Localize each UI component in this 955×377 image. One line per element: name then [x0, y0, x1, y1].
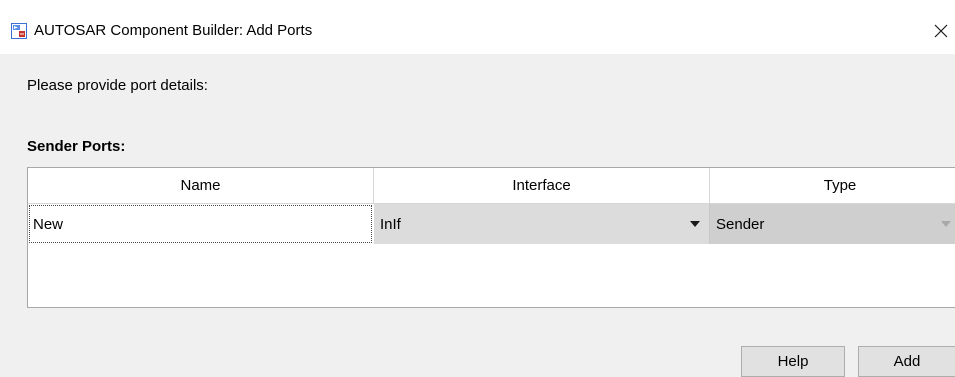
interface-dropdown[interactable]: InIf [374, 204, 710, 244]
column-header-name: Name [28, 168, 374, 203]
dialog-window: AUTOSAR Component Builder: Add Ports Ple… [0, 0, 955, 377]
window-title: AUTOSAR Component Builder: Add Ports [34, 22, 313, 39]
interface-value: InIf [380, 215, 401, 233]
table-row: New InIf Sender [28, 204, 955, 244]
sender-ports-label: Sender Ports: [27, 138, 126, 155]
simulink-icon [11, 23, 27, 39]
port-name-value: New [33, 215, 64, 233]
column-header-type: Type [823, 177, 857, 194]
sender-ports-table: Name Interface Type New InIf Sender [27, 167, 955, 308]
table-header: Name Interface Type [28, 168, 955, 204]
instruction-text: Please provide port details: [27, 77, 208, 94]
title-bar: AUTOSAR Component Builder: Add Ports [0, 0, 955, 54]
chevron-down-icon [690, 221, 700, 227]
close-button[interactable] [928, 18, 954, 44]
port-name-cell[interactable]: New [29, 205, 372, 243]
close-icon [934, 24, 948, 38]
column-header-interface: Interface [374, 168, 710, 203]
type-value: Sender [716, 215, 765, 233]
chevron-down-icon [941, 221, 951, 227]
help-button[interactable]: Help [741, 346, 845, 377]
add-button[interactable]: Add [858, 346, 955, 377]
type-dropdown: Sender [710, 204, 955, 244]
